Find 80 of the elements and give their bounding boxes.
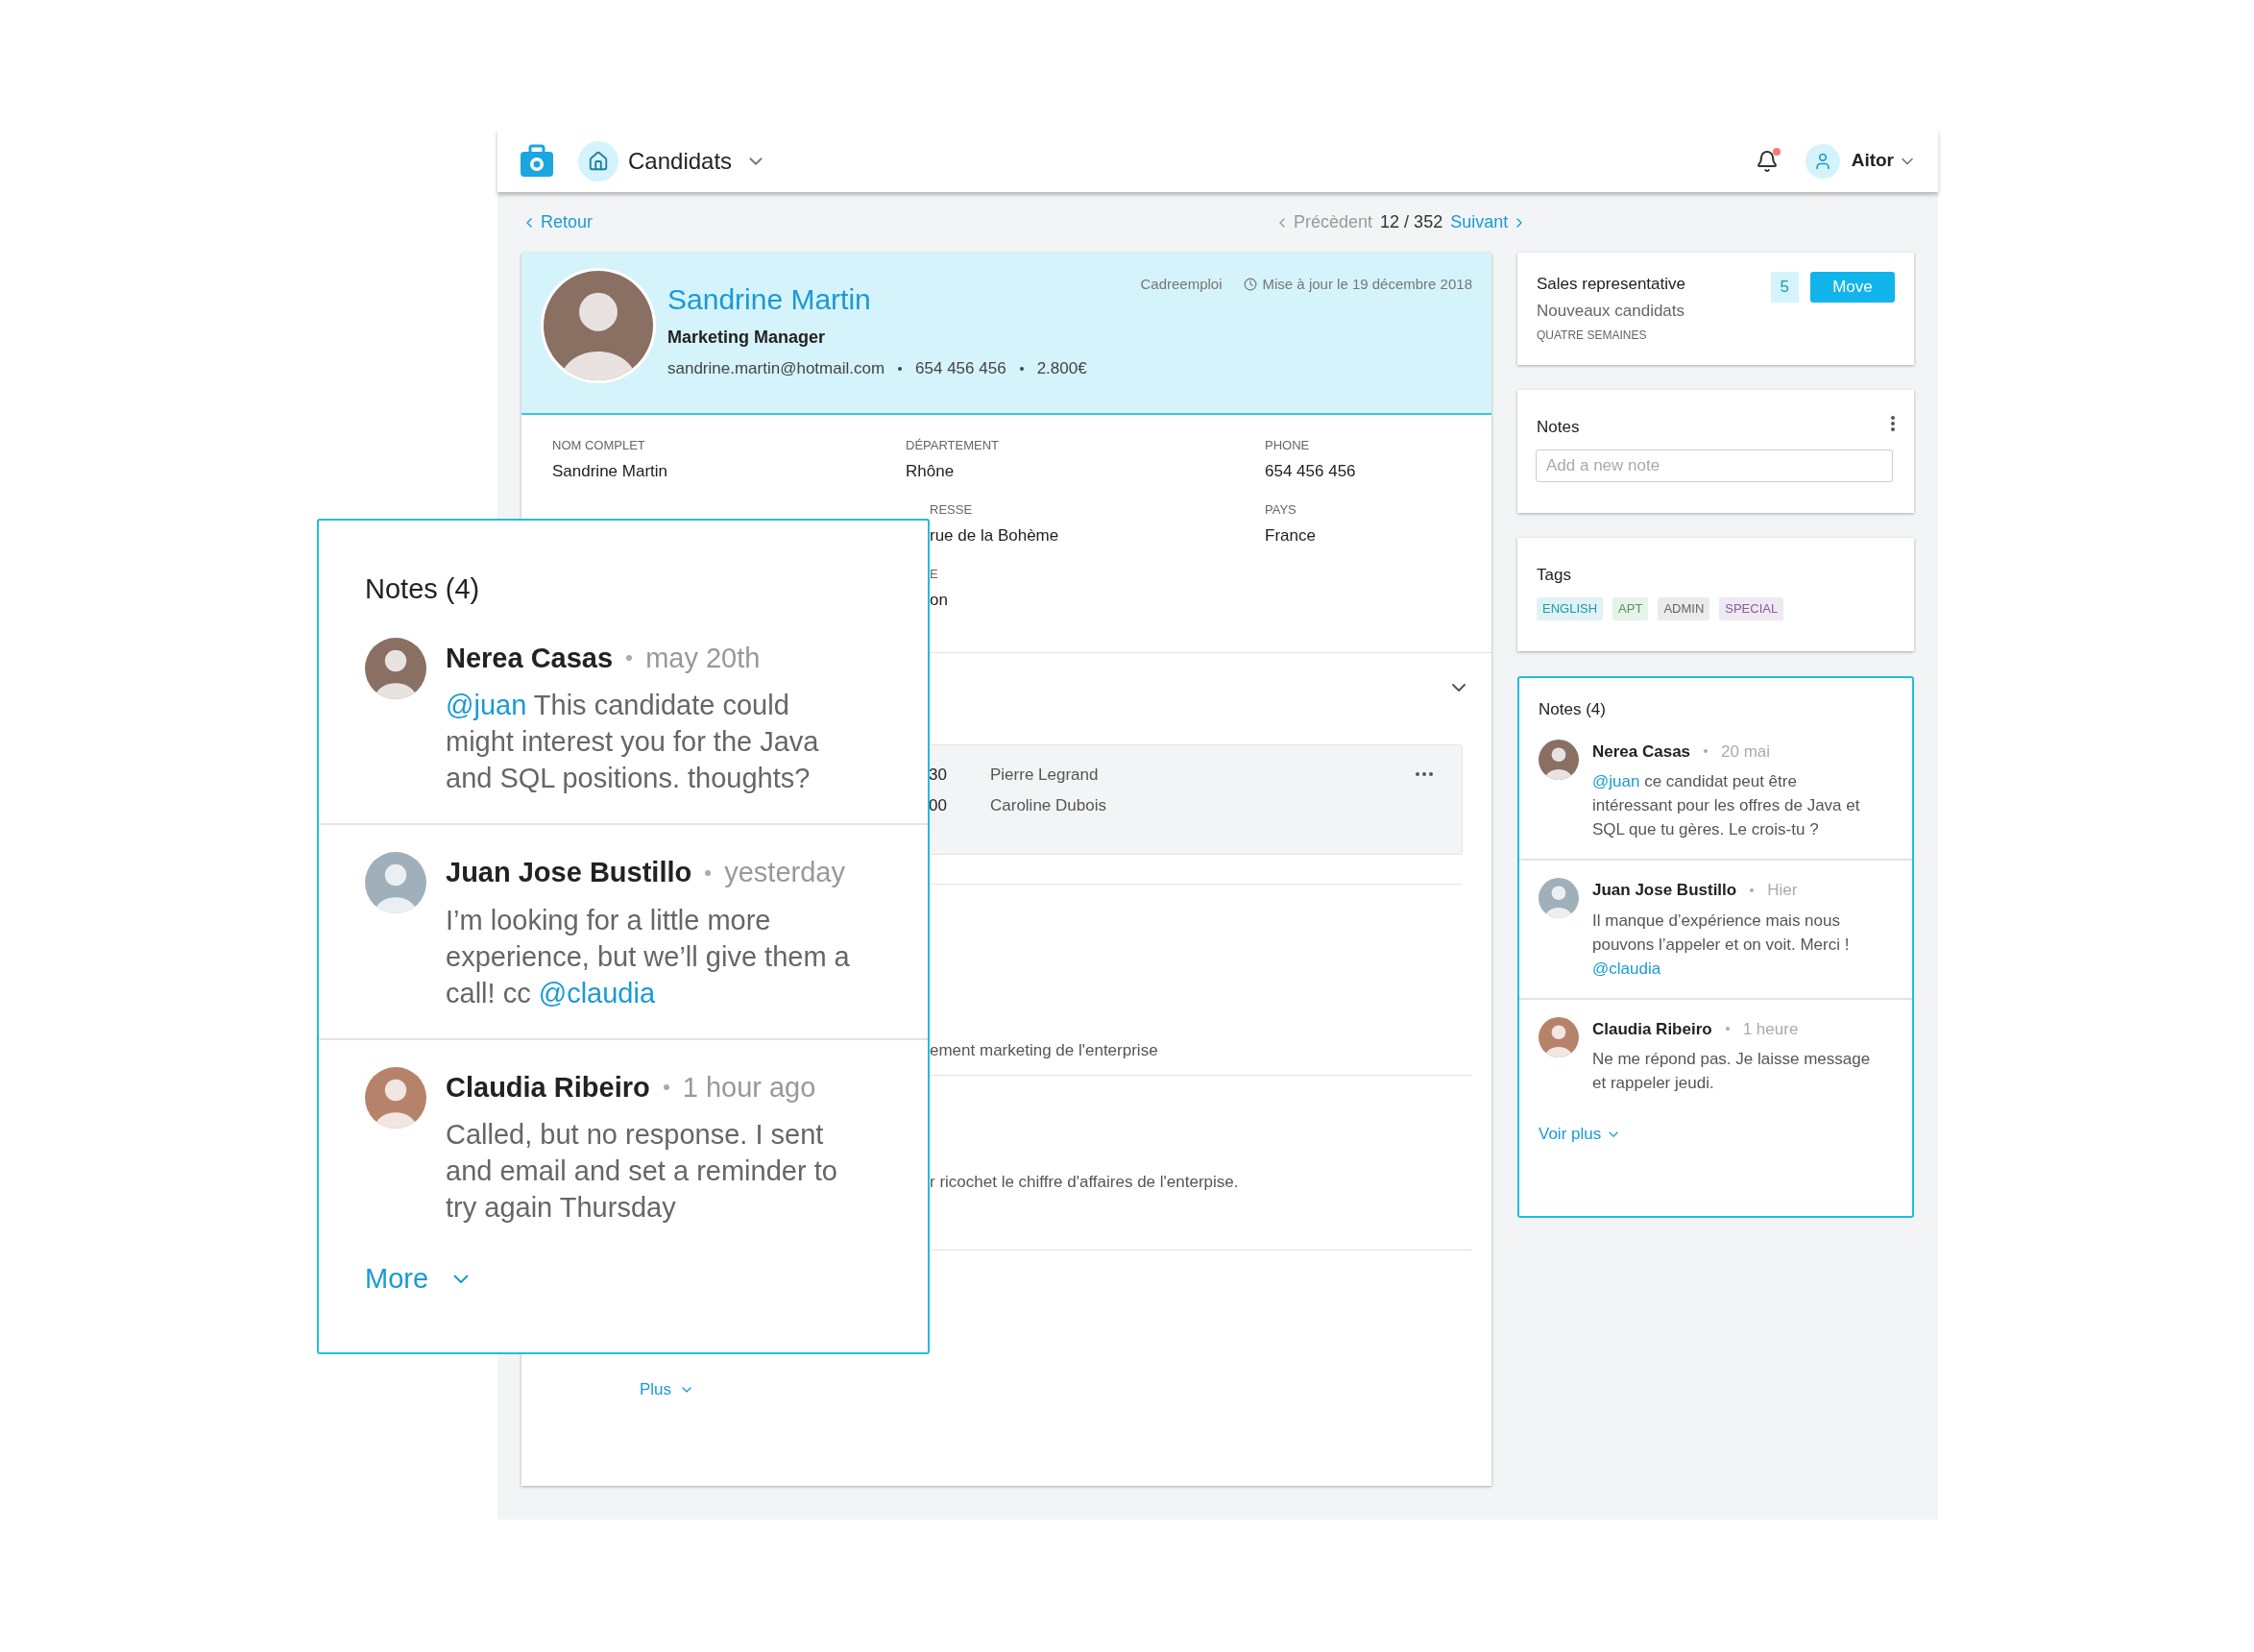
mention-link[interactable]: @juan	[1592, 772, 1640, 790]
more-options-icon[interactable]	[1891, 415, 1895, 431]
toolbox-logo-icon	[519, 143, 555, 179]
note-text: @juan ce candidat peut être intéressant pour les offres de Java et SQL que tu gères. Le crois-tu ?	[1592, 771, 1861, 840]
note-text: Ne me répond pas. Je laisse message et rappeler jeudi.	[1592, 1049, 1871, 1094]
card-title: Notes	[1537, 417, 1580, 438]
plus-link[interactable]: Plus	[640, 1377, 695, 1402]
field-value: Rhône	[906, 460, 956, 482]
tag[interactable]: APT	[1612, 596, 1649, 620]
field-value: France	[1265, 524, 1317, 547]
more-options-icon[interactable]	[1416, 772, 1433, 776]
job-title: Sales representative	[1537, 274, 1685, 295]
field-label: NOM COMPLET	[552, 437, 646, 454]
note-time: 20 mai	[1721, 741, 1771, 763]
note-time: Hier	[1767, 880, 1798, 901]
back-link[interactable]: Retour	[521, 209, 594, 235]
record-position: 12 / 352	[1380, 211, 1443, 233]
avatar-placeholder	[1539, 878, 1579, 918]
note-time: 1 heure	[1742, 1018, 1799, 1040]
candidate-name: Sandrine Martin	[667, 282, 872, 317]
notification-bell-icon[interactable]	[1755, 149, 1779, 173]
notes-title: Notes (4)	[1538, 699, 1607, 720]
candidate-salary: 2.800€	[1036, 358, 1087, 379]
section-dropdown[interactable]: Candidats	[628, 143, 767, 179]
field-label: E	[930, 566, 939, 583]
field-value: Sandrine Martin	[552, 460, 668, 482]
previous-link[interactable]: Précèdent	[1274, 209, 1373, 235]
note-time: yesterday	[724, 856, 845, 889]
field-label: PHONE	[1265, 437, 1311, 454]
note-input[interactable]: Add a new note	[1536, 449, 1893, 482]
card-title: Tags	[1537, 565, 1572, 586]
note-author: Nerea Casas	[1592, 741, 1691, 763]
meeting-time: 30	[929, 765, 948, 786]
note-author: Claudia Ribeiro	[1592, 1018, 1712, 1040]
next-link[interactable]: Suivant	[1450, 209, 1528, 235]
more-link[interactable]: More	[365, 1258, 470, 1300]
user-menu[interactable]: Aitor	[1851, 147, 1917, 175]
candidate-title: Marketing Manager	[667, 327, 827, 349]
note-time: 1 hour ago	[682, 1070, 816, 1105]
candidate-email: sandrine.martin@hotmail.com	[667, 358, 885, 379]
count-badge: 5	[1770, 272, 1799, 303]
avatar-placeholder	[1539, 1016, 1579, 1057]
mention-link[interactable]: @claudia	[538, 977, 656, 1008]
field-value: 654 456 456	[1265, 460, 1357, 482]
note-text: Called, but no response. I sent and email and set a reminder to try again Thursday	[446, 1118, 838, 1225]
notes-title: Notes (4)	[364, 572, 481, 606]
field-label: DÉPARTEMENT	[906, 437, 1001, 454]
tag[interactable]: SPECIAL	[1719, 596, 1784, 620]
note-text: Il manque d’expérience mais nous pouvons l’appeler et on voit. Merci ! @claudia	[1592, 910, 1851, 980]
note-text: I’m looking for a little more experience, but we’ll give them a call! cc @claudia	[446, 903, 851, 1010]
mention-link[interactable]: @juan	[446, 690, 527, 720]
meeting-person: Caroline Dubois	[990, 794, 1106, 816]
source-label: Cadreemploi	[1140, 275, 1223, 294]
chevron-down-icon	[453, 1275, 470, 1284]
note-author: Juan Jose Bustillo	[1592, 880, 1737, 901]
avatar-placeholder	[1539, 739, 1579, 780]
note-text: @juan This candidate could might interest you for the Java and SQL positions. thoughts?	[446, 689, 820, 795]
field-value: on	[930, 589, 949, 611]
note-time: may 20th	[645, 641, 761, 675]
note-author: Juan Jose Bustillo	[446, 856, 692, 889]
field-value: rue de la Bohème	[930, 524, 1060, 547]
candidate-phone: 654 456 456	[915, 358, 1006, 379]
field-label: RESSE	[930, 501, 974, 519]
clock-icon	[1243, 278, 1257, 292]
tag[interactable]: ENGLISH	[1537, 596, 1604, 620]
meeting-person: Pierre Legrand	[990, 765, 1099, 786]
tag[interactable]: ADMIN	[1658, 596, 1710, 620]
stage-name: Nouveaux candidats	[1537, 300, 1685, 322]
note-author: Nerea Casas	[446, 641, 614, 675]
chevron-down-icon	[1609, 1130, 1619, 1137]
more-link[interactable]: Voir plus	[1539, 1122, 1619, 1147]
meeting-time: 00	[929, 794, 948, 816]
home-icon[interactable]	[578, 140, 618, 182]
user-avatar-icon[interactable]	[1805, 143, 1840, 179]
field-label: PAYS	[1265, 501, 1297, 519]
updated-date: Mise à jour le 19 décembre 2018	[1262, 275, 1472, 294]
mention-link[interactable]: @claudia	[1592, 959, 1661, 978]
move-button[interactable]: Move	[1810, 272, 1895, 303]
duration-label: QUATRE SEMAINES	[1537, 328, 1648, 344]
note-author: Claudia Ribeiro	[446, 1070, 650, 1105]
